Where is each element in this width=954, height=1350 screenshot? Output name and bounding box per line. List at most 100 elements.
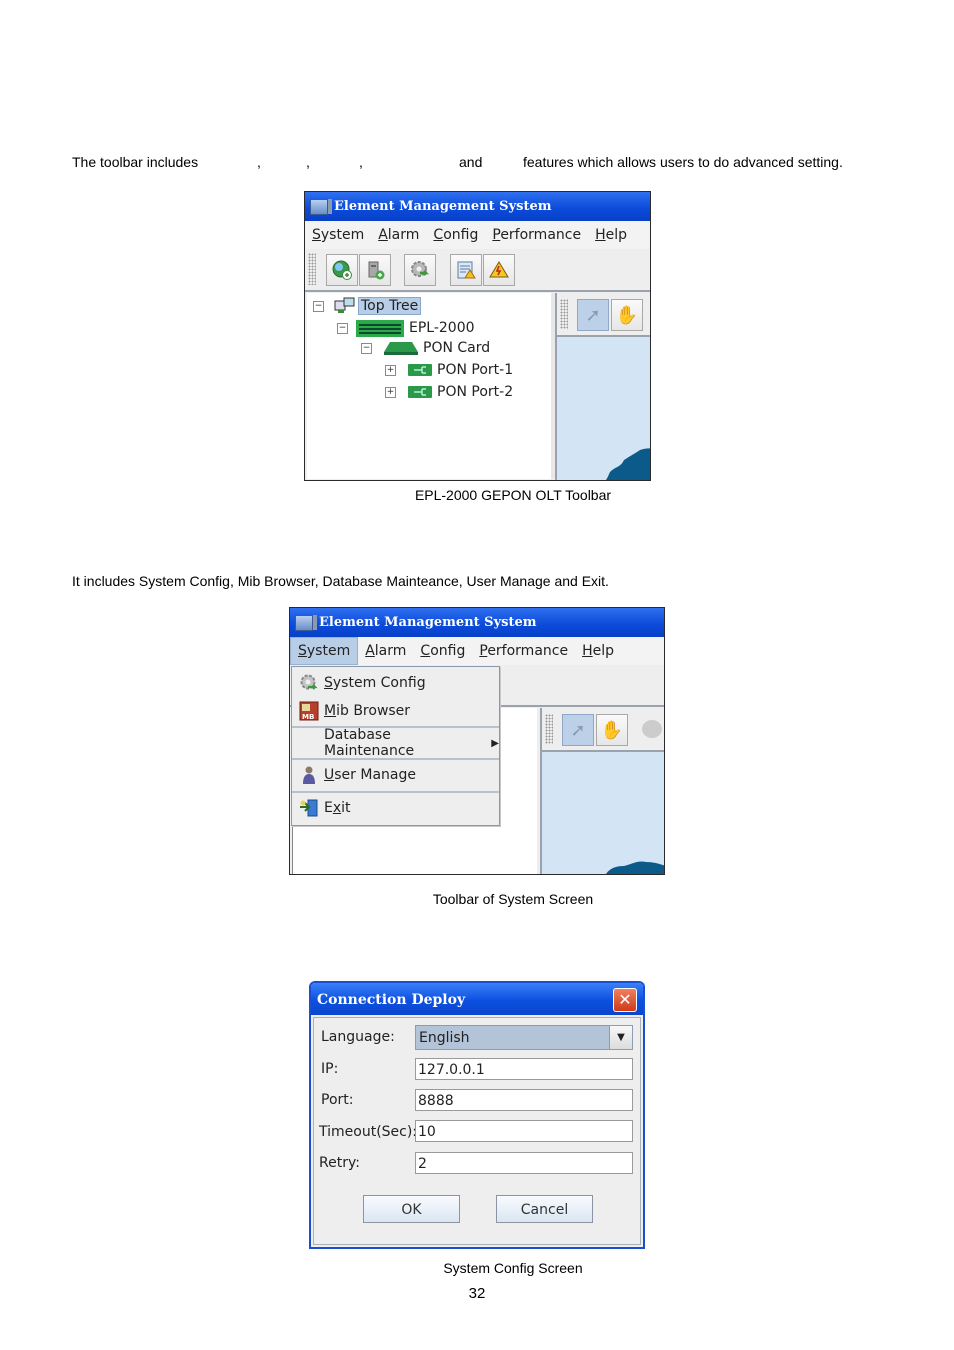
tree-label: Top Tree — [358, 297, 422, 315]
figure1-caption: EPL-2000 GEPON OLT Toolbar — [414, 487, 612, 503]
window-title: Element Management System — [319, 615, 537, 630]
hand-pan-icon: ✋ — [600, 719, 624, 741]
chevron-down-icon[interactable]: ▼ — [609, 1026, 632, 1049]
select-arrow-icon: ➚ — [585, 304, 601, 326]
system-description: It includes System Config, Mib Browser, … — [72, 573, 609, 589]
select-tool-button[interactable]: ➚ — [577, 299, 609, 331]
connection-deploy-dialog: Connection Deploy ✕ Language: English ▼ … — [309, 981, 645, 1249]
menu-config[interactable]: Config — [426, 222, 485, 248]
ip-label: IP: — [321, 1061, 339, 1077]
port-label: Port: — [321, 1092, 354, 1108]
tree-node-epl-2000[interactable]: − EPL-2000 — [337, 318, 475, 338]
menu-system[interactable]: System — [290, 637, 359, 665]
dialog-title: Connection Deploy — [311, 983, 643, 1015]
menu-separator — [292, 758, 499, 760]
toolbar-grip[interactable] — [560, 299, 568, 329]
zoom-tool-icon[interactable] — [642, 720, 662, 738]
gear-config-icon — [300, 674, 318, 690]
map-landmass — [606, 861, 664, 874]
mib-browser-icon: MB — [299, 701, 319, 721]
tree-label: EPL-2000 — [409, 320, 475, 336]
port-input[interactable]: 8888 — [415, 1089, 633, 1111]
menu-help[interactable]: Help — [588, 222, 634, 248]
hand-pan-icon: ✋ — [615, 304, 639, 326]
menu-item-exit[interactable]: Ex it — [292, 794, 499, 822]
timeout-input[interactable]: 10 — [415, 1120, 633, 1142]
user-icon — [303, 766, 315, 784]
collapse-icon[interactable]: − — [361, 342, 372, 354]
add-device-button[interactable] — [359, 254, 391, 286]
map-toolbar: ➚ ✋ — [557, 293, 650, 337]
tree-node-top-tree[interactable]: − Top Tree — [313, 297, 422, 315]
device-tree: − Top Tree − EPL-2000 − PON Card + PON P… — [307, 293, 551, 479]
title-bar: Element Management System — [290, 608, 664, 637]
tree-label: PON Card — [423, 340, 491, 356]
add-site-icon — [332, 260, 352, 280]
menu-performance[interactable]: Performance — [472, 638, 575, 664]
config-gear-icon — [411, 261, 430, 277]
intro-text-end: features which allows users to do advanc… — [523, 154, 843, 170]
map-toolbar: ➚ ✋ — [542, 708, 664, 752]
svg-text:MB: MB — [302, 713, 314, 721]
tree-node-pon-port-2[interactable]: + PON Port-2 — [385, 384, 513, 400]
tree-node-pon-card[interactable]: − PON Card — [361, 340, 490, 356]
add-site-button[interactable] — [326, 254, 358, 286]
intro-text-start: The toolbar includes — [72, 154, 199, 170]
ems-window-system-menu-figure: Element Management System System Alarm C… — [289, 607, 665, 875]
pon-card-icon — [384, 342, 418, 355]
alarm-warning-button[interactable] — [483, 254, 515, 286]
retry-input[interactable]: 2 — [415, 1152, 633, 1174]
figure3-caption: System Config Screen — [443, 1260, 583, 1276]
menu-performance[interactable]: Performance — [485, 222, 588, 248]
close-icon: ✕ — [618, 990, 632, 1009]
intro-comma: , — [306, 154, 310, 170]
alarm-report-button[interactable] — [450, 254, 482, 286]
figure2-caption: Toolbar of System Screen — [432, 891, 594, 907]
language-select[interactable]: English ▼ — [415, 1025, 633, 1050]
cancel-button[interactable]: Cancel — [496, 1195, 593, 1223]
toolbar-grip[interactable] — [545, 714, 553, 744]
exit-door-icon — [300, 799, 318, 817]
expand-icon[interactable]: + — [385, 386, 396, 398]
submenu-arrow-icon: ▶ — [491, 737, 499, 749]
menu-help[interactable]: Help — [575, 638, 621, 664]
toolbar-grip[interactable] — [308, 253, 316, 285]
menu-item-mib-browser[interactable]: MB Mib Browser — [292, 698, 499, 724]
menu-item-label: Database Maintenance — [324, 727, 415, 759]
menu-item-database-maintenance[interactable]: Database Maintenance ▶ — [292, 727, 499, 759]
pan-tool-button[interactable]: ✋ — [596, 714, 628, 746]
app-monitor-icon — [295, 614, 317, 631]
collapse-icon[interactable]: − — [313, 300, 324, 312]
menu-item-user-manage[interactable]: User Manage — [292, 761, 499, 789]
tree-node-pon-port-1[interactable]: + PON Port-1 — [385, 362, 513, 378]
tree-label: PON Port-2 — [437, 384, 514, 400]
alarm-report-icon — [457, 261, 476, 279]
title-bar: Element Management System — [305, 192, 650, 221]
tree-label: PON Port-1 — [437, 362, 514, 378]
ip-input[interactable]: 127.0.0.1 — [415, 1058, 633, 1080]
alarm-warning-icon — [489, 261, 509, 278]
menu-alarm[interactable]: Alarm — [358, 638, 413, 664]
expand-icon[interactable]: + — [385, 364, 396, 376]
map-panel: ➚ ✋ — [540, 708, 664, 874]
collapse-icon[interactable]: − — [337, 322, 348, 334]
pan-tool-button[interactable]: ✋ — [611, 299, 643, 331]
menu-config[interactable]: Config — [413, 638, 472, 664]
main-toolbar — [305, 249, 650, 292]
menu-bar: System Alarm Config Performance Help — [290, 637, 664, 665]
menu-alarm[interactable]: Alarm — [371, 222, 426, 248]
pon-port-icon — [408, 364, 432, 376]
timeout-label: Timeout(Sec): — [319, 1124, 418, 1140]
menu-item-system-config[interactable]: System Config — [292, 670, 499, 696]
config-button[interactable] — [404, 254, 436, 286]
add-device-icon — [368, 261, 385, 280]
map-panel: ➚ ✋ — [555, 293, 650, 480]
menu-separator — [292, 791, 499, 793]
menu-system[interactable]: System — [305, 222, 371, 248]
menu-bar: System Alarm Config Performance Help — [305, 221, 650, 249]
language-label: Language: — [321, 1029, 395, 1045]
select-tool-button[interactable]: ➚ — [562, 714, 594, 746]
close-button[interactable]: ✕ — [613, 988, 637, 1012]
ok-button[interactable]: OK — [363, 1195, 460, 1223]
select-arrow-icon: ➚ — [570, 719, 586, 741]
